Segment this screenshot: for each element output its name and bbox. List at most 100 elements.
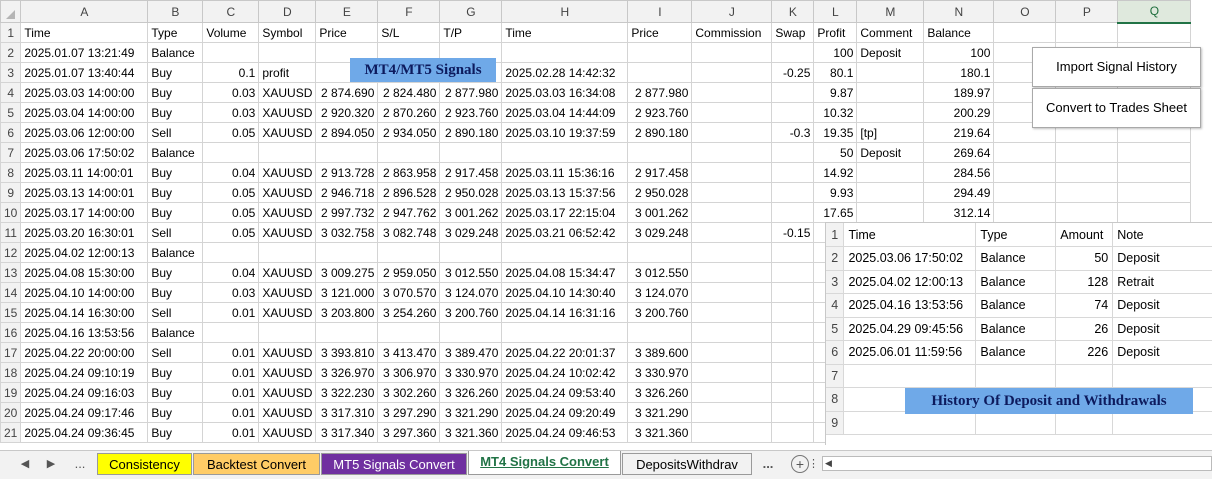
row-header[interactable]: 19 bbox=[0, 382, 22, 403]
cell-k17[interactable] bbox=[771, 342, 815, 363]
column-header-c[interactable]: C bbox=[202, 0, 260, 23]
deposit-cell[interactable]: 50 bbox=[1055, 246, 1114, 271]
cell-d14[interactable]: XAUUSD bbox=[258, 282, 317, 303]
tab-mt4-signals-convert[interactable]: MT4 Signals Convert bbox=[468, 451, 621, 475]
cell-f11[interactable]: 3 082.748 bbox=[377, 222, 441, 243]
column-header-l[interactable]: L bbox=[813, 0, 858, 23]
cell-b21[interactable]: Buy bbox=[147, 422, 204, 443]
cell-i12[interactable] bbox=[627, 242, 693, 263]
row-header[interactable]: 9 bbox=[826, 411, 845, 435]
cell-j14[interactable] bbox=[691, 282, 773, 303]
cell-g20[interactable]: 3 321.290 bbox=[439, 402, 503, 423]
row-header[interactable]: 14 bbox=[0, 282, 22, 303]
column-header-o[interactable]: O bbox=[993, 0, 1057, 23]
cell-a5[interactable]: 2025.03.04 14:00:00 bbox=[20, 102, 149, 123]
cell-c19[interactable]: 0.01 bbox=[202, 382, 260, 403]
column-header-d[interactable]: D bbox=[258, 0, 317, 23]
deposit-cell[interactable]: Deposit bbox=[1112, 293, 1212, 318]
cell-k4[interactable] bbox=[771, 82, 815, 103]
cell-l5[interactable]: 10.32 bbox=[813, 102, 858, 123]
cell-g6[interactable]: 2 890.180 bbox=[439, 122, 503, 143]
convert-to-trades-sheet-button[interactable]: Convert to Trades Sheet bbox=[1032, 88, 1201, 128]
cell-i15[interactable]: 3 200.760 bbox=[627, 302, 693, 323]
column-header-p[interactable]: P bbox=[1055, 0, 1119, 23]
cell-k13[interactable] bbox=[771, 262, 815, 283]
cell-a18[interactable]: 2025.04.24 09:10:19 bbox=[20, 362, 149, 383]
cell-g7[interactable] bbox=[439, 142, 503, 163]
cell-c18[interactable]: 0.01 bbox=[202, 362, 260, 383]
row-header[interactable]: 16 bbox=[0, 322, 22, 343]
cell-n5[interactable]: 200.29 bbox=[923, 102, 995, 123]
cell-h18[interactable]: 2025.04.24 10:02:42 bbox=[501, 362, 629, 383]
cell-c17[interactable]: 0.01 bbox=[202, 342, 260, 363]
deposit-cell[interactable]: 2025.04.29 09:45:56 bbox=[843, 317, 977, 341]
deposit-cell[interactable]: Balance bbox=[975, 317, 1057, 341]
column-header-a[interactable]: A bbox=[20, 0, 149, 23]
tab-backtest-convert[interactable]: Backtest Convert bbox=[193, 453, 320, 475]
cell-k15[interactable] bbox=[771, 302, 815, 323]
cell-j4[interactable] bbox=[691, 82, 773, 103]
cell-i17[interactable]: 3 389.600 bbox=[627, 342, 693, 363]
cell-d15[interactable]: XAUUSD bbox=[258, 302, 317, 323]
cell-c16[interactable] bbox=[202, 322, 260, 343]
cell-b3[interactable]: Buy bbox=[147, 62, 204, 83]
row-header[interactable]: 15 bbox=[0, 302, 22, 323]
cell-d20[interactable]: XAUUSD bbox=[258, 402, 317, 423]
cell-a2[interactable]: 2025.01.07 13:21:49 bbox=[20, 42, 149, 63]
cell-p8[interactable] bbox=[1055, 162, 1119, 183]
cell-d17[interactable]: XAUUSD bbox=[258, 342, 317, 363]
cell-g16[interactable] bbox=[439, 322, 503, 343]
cell-f12[interactable] bbox=[377, 242, 441, 263]
cell-h14[interactable]: 2025.04.10 14:30:40 bbox=[501, 282, 629, 303]
cell-j20[interactable] bbox=[691, 402, 773, 423]
deposit-cell[interactable]: 2025.04.16 13:53:56 bbox=[843, 293, 977, 318]
cell-g12[interactable] bbox=[439, 242, 503, 263]
cell-e11[interactable]: 3 032.758 bbox=[315, 222, 379, 243]
cell-f19[interactable]: 3 302.260 bbox=[377, 382, 441, 403]
cell-d12[interactable] bbox=[258, 242, 317, 263]
cell-f20[interactable]: 3 297.290 bbox=[377, 402, 441, 423]
cell-e9[interactable]: 2 946.718 bbox=[315, 182, 379, 203]
cell-l6[interactable]: 19.35 bbox=[813, 122, 858, 143]
cell-e12[interactable] bbox=[315, 242, 379, 263]
cell-c11[interactable]: 0.05 bbox=[202, 222, 260, 243]
column-header-n[interactable]: N bbox=[923, 0, 995, 23]
cell-b6[interactable]: Sell bbox=[147, 122, 204, 143]
cell-c12[interactable] bbox=[202, 242, 260, 263]
scroll-left-icon[interactable]: ◀ bbox=[825, 458, 832, 469]
cell-d16[interactable] bbox=[258, 322, 317, 343]
cell-a16[interactable]: 2025.04.16 13:53:56 bbox=[20, 322, 149, 343]
cell-d7[interactable] bbox=[258, 142, 317, 163]
cell-j15[interactable] bbox=[691, 302, 773, 323]
cell-h11[interactable]: 2025.03.21 06:52:42 bbox=[501, 222, 629, 243]
cell-m3[interactable] bbox=[856, 62, 925, 83]
cell-n1[interactable]: Balance bbox=[923, 22, 995, 43]
cell-d18[interactable]: XAUUSD bbox=[258, 362, 317, 383]
add-sheet-icon[interactable]: + bbox=[791, 455, 809, 473]
cell-j10[interactable] bbox=[691, 202, 773, 223]
cell-d4[interactable]: XAUUSD bbox=[258, 82, 317, 103]
cell-a15[interactable]: 2025.04.14 16:30:00 bbox=[20, 302, 149, 323]
row-header[interactable]: 4 bbox=[826, 293, 845, 318]
cell-d3[interactable]: profit bbox=[258, 62, 317, 83]
cell-m4[interactable] bbox=[856, 82, 925, 103]
cell-i3[interactable] bbox=[627, 62, 693, 83]
cell-a4[interactable]: 2025.03.03 14:00:00 bbox=[20, 82, 149, 103]
cell-f16[interactable] bbox=[377, 322, 441, 343]
cell-b13[interactable]: Buy bbox=[147, 262, 204, 283]
cell-d1[interactable]: Symbol bbox=[258, 22, 317, 43]
deposit-cell[interactable]: Deposit bbox=[1112, 317, 1212, 341]
cell-h12[interactable] bbox=[501, 242, 629, 263]
cell-e8[interactable]: 2 913.728 bbox=[315, 162, 379, 183]
cell-i18[interactable]: 3 330.970 bbox=[627, 362, 693, 383]
cell-i11[interactable]: 3 029.248 bbox=[627, 222, 693, 243]
cell-j19[interactable] bbox=[691, 382, 773, 403]
cell-f21[interactable]: 3 297.360 bbox=[377, 422, 441, 443]
cell-l10[interactable]: 17.65 bbox=[813, 202, 858, 223]
column-header-h[interactable]: H bbox=[501, 0, 629, 23]
cell-g18[interactable]: 3 330.970 bbox=[439, 362, 503, 383]
cell-f6[interactable]: 2 934.050 bbox=[377, 122, 441, 143]
row-header[interactable]: 5 bbox=[826, 317, 845, 341]
cell-c20[interactable]: 0.01 bbox=[202, 402, 260, 423]
tab-mt5-signals-convert[interactable]: MT5 Signals Convert bbox=[321, 453, 467, 475]
